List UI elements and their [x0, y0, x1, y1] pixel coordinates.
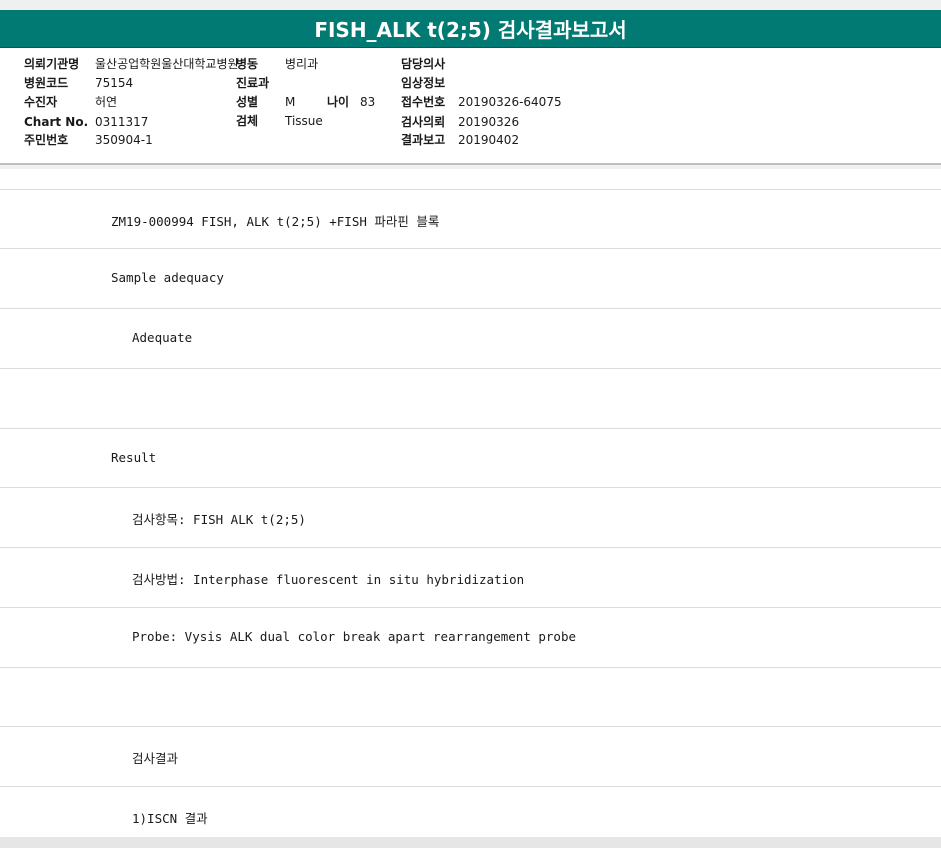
report-date-value: 20190402	[458, 133, 520, 147]
sex-value: M	[285, 95, 296, 109]
bottom-scroll-strip[interactable]	[0, 837, 941, 848]
report-line: Probe: Vysis ALK dual color break apart …	[0, 607, 941, 667]
report-body: ZM19-000994 FISH, ALK t(2;5) +FISH 파라핀 블…	[0, 169, 941, 837]
report-line: ZM19-000994 FISH, ALK t(2;5) +FISH 파라핀 블…	[0, 189, 941, 249]
report-line: 검사결과	[0, 726, 941, 786]
report-line-text: Sample adequacy	[111, 270, 224, 285]
report-date-label: 결과보고	[401, 133, 446, 147]
receipt-value: 20190326-64075	[458, 95, 562, 109]
id-value: 350904-1	[95, 133, 153, 147]
report-line: 1)ISCN 결과	[0, 786, 941, 838]
report-title: FISH_ALK t(2;5) 검사결과보고서	[0, 10, 941, 48]
age-value: 83	[360, 95, 376, 109]
report-line-text: 검사방법: Interphase fluorescent in situ hyb…	[132, 572, 525, 587]
ward-value: 병리과	[285, 57, 319, 71]
report-line-text: Adequate	[132, 330, 193, 345]
patient-label: 수진자	[24, 95, 58, 109]
report-line: 검사방법: Interphase fluorescent in situ hyb…	[0, 547, 941, 607]
specimen-value: Tissue	[285, 114, 323, 128]
hospital-code-value: 75154	[95, 76, 134, 90]
institution-label: 의뢰기관명	[24, 57, 80, 71]
specimen-label: 검체	[236, 114, 259, 128]
report-line: 검사항목: FISH ALK t(2;5)	[0, 487, 941, 547]
receipt-label: 접수번호	[401, 95, 446, 109]
report-line-text: 1)ISCN 결과	[132, 811, 208, 826]
report-header: 의뢰기관명 울산공업학원울산대학교병원 병동 병리과 담당의사 병원코드 751…	[0, 48, 941, 165]
report-line: Sample adequacy	[0, 248, 941, 308]
report-line	[0, 667, 941, 727]
report-line: Adequate	[0, 308, 941, 368]
ward-label: 병동	[236, 57, 259, 71]
report-line: Result	[0, 428, 941, 488]
request-value: 20190326	[458, 115, 520, 129]
chart-no-value: 0311317	[95, 115, 149, 129]
age-label: 나이	[327, 95, 350, 109]
chart-no-label: Chart No.	[24, 115, 89, 129]
hospital-code-label: 병원코드	[24, 76, 69, 90]
institution-value: 울산공업학원울산대학교병원	[95, 57, 239, 71]
report-line	[0, 368, 941, 428]
report-line-text: Result	[111, 450, 157, 465]
report-line-text: Probe: Vysis ALK dual color break apart …	[132, 629, 577, 644]
report-line-text: 검사결과	[132, 751, 179, 766]
dept-label: 진료과	[236, 76, 270, 90]
id-label: 주민번호	[24, 133, 69, 147]
doctor-label: 담당의사	[401, 57, 446, 71]
patient-value: 허연	[95, 95, 118, 109]
report-line-text: 검사항목: FISH ALK t(2;5)	[132, 512, 306, 527]
report-line-text: ZM19-000994 FISH, ALK t(2;5) +FISH 파라핀 블…	[111, 214, 440, 229]
request-label: 검사의뢰	[401, 115, 446, 129]
clinical-label: 임상정보	[401, 76, 446, 90]
sex-label: 성별	[236, 95, 259, 109]
